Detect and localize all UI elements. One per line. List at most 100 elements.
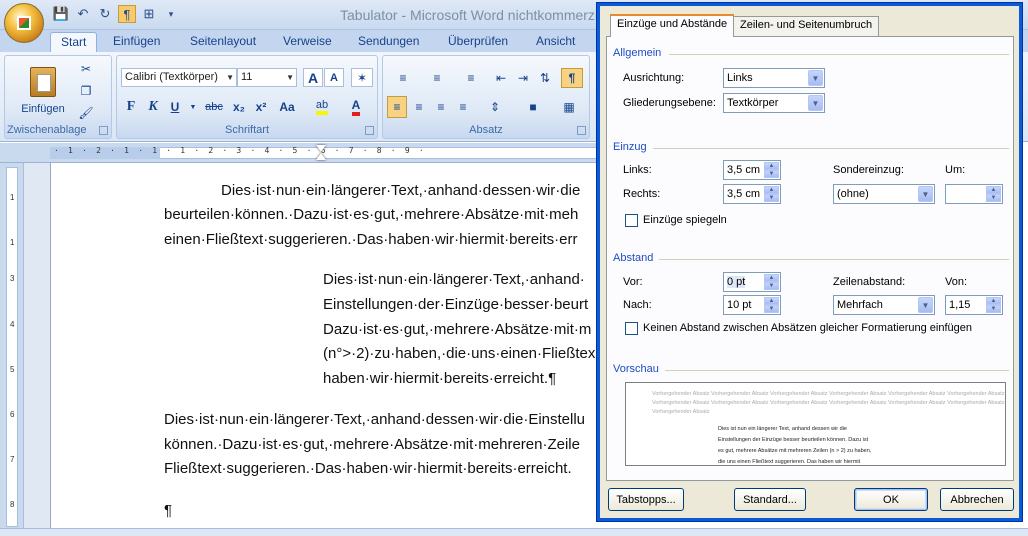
bold-button[interactable]: F xyxy=(121,96,141,118)
superscript-button[interactable]: x² xyxy=(251,96,271,118)
spin-up-icon[interactable]: ▲ xyxy=(764,162,779,170)
spin-down-icon[interactable]: ▼ xyxy=(764,282,779,290)
no-space-between-checkbox[interactable] xyxy=(625,322,638,335)
decrease-indent-icon[interactable]: ⇤ xyxy=(491,68,511,88)
justify-icon[interactable]: ≡ xyxy=(453,96,473,118)
shading-icon[interactable]: ■ xyxy=(517,96,549,118)
font-size-combo[interactable]: 11 ▼ xyxy=(237,68,297,87)
redo-icon[interactable]: ↻ xyxy=(96,5,114,23)
line-spacing-at-label: Von: xyxy=(945,276,968,288)
change-case-button[interactable]: Aa xyxy=(273,96,301,118)
spin-down-icon[interactable]: ▼ xyxy=(764,305,779,313)
paragraph-2-line-1: Dies·ist·nun·ein·längerer·Text,·anhand· xyxy=(323,271,585,288)
spin-up-icon[interactable]: ▲ xyxy=(764,186,779,194)
paragraph-group-label: Absatz xyxy=(469,124,503,136)
indent-right-label: Rechts: xyxy=(623,188,661,200)
clipboard-launcher-icon[interactable] xyxy=(99,126,108,135)
indent-left-spinner[interactable]: 3,5 cm ▲ ▼ xyxy=(723,160,781,180)
numbering-icon[interactable]: ≡ xyxy=(421,68,453,88)
spin-down-icon[interactable]: ▼ xyxy=(764,170,779,178)
spacing-after-spinner[interactable]: 10 pt ▲ ▼ xyxy=(723,295,781,315)
tab-indents-spacing[interactable]: Einzüge und Abstände xyxy=(610,14,735,37)
italic-button[interactable]: K xyxy=(143,96,163,118)
font-launcher-icon[interactable] xyxy=(365,126,374,135)
subscript-button[interactable]: x₂ xyxy=(229,96,249,118)
special-indent-value: (ohne) xyxy=(837,188,869,200)
sort-icon[interactable]: ⇅ xyxy=(535,68,555,88)
indent-by-spinner[interactable]: ▲ ▼ xyxy=(945,184,1003,204)
tab-line-page-breaks[interactable]: Zeilen- und Seitenumbruch xyxy=(733,16,880,36)
multilevel-list-icon[interactable]: ≡ xyxy=(455,68,487,88)
vertical-ruler[interactable]: 1 1 3 4 5 6 7 8 xyxy=(0,163,24,528)
spin-up-icon[interactable]: ▲ xyxy=(986,186,1001,194)
indent-marker-icon[interactable] xyxy=(316,145,326,152)
tab-start[interactable]: Start xyxy=(50,32,98,52)
chevron-down-icon: ▼ xyxy=(808,70,823,86)
show-paragraph-marks-icon[interactable]: ¶ xyxy=(561,68,583,88)
tab-review[interactable]: Überprüfen xyxy=(448,32,508,52)
underline-dropdown-icon[interactable]: ▼ xyxy=(187,96,199,118)
spin-down-icon[interactable]: ▼ xyxy=(764,194,779,202)
format-painter-icon[interactable]: 🖌 xyxy=(77,104,95,122)
indent-right-spinner[interactable]: 3,5 cm ▲ ▼ xyxy=(723,184,781,204)
spacing-before-value: 0 pt xyxy=(727,276,746,288)
save-icon[interactable]: 💾 xyxy=(52,5,70,23)
paragraph-1-line-3: einen·Fließtext·suggerieren.·Das·haben·w… xyxy=(164,231,578,248)
align-left-icon[interactable]: ≡ xyxy=(387,96,407,118)
tab-mailings[interactable]: Sendungen xyxy=(358,32,419,52)
tab-view[interactable]: Ansicht xyxy=(536,32,575,52)
spin-up-icon[interactable]: ▲ xyxy=(986,297,1001,305)
spin-down-icon[interactable]: ▼ xyxy=(986,194,1001,202)
align-right-icon[interactable]: ≡ xyxy=(431,96,451,118)
tab-references[interactable]: Verweise xyxy=(283,32,332,52)
paste-label: Einfügen xyxy=(21,103,65,115)
set-default-button[interactable]: Standard... xyxy=(734,488,806,511)
spin-down-icon[interactable]: ▼ xyxy=(986,305,1001,313)
horizontal-scrollbar[interactable] xyxy=(0,528,1028,536)
vruler-mark: 1 xyxy=(10,193,15,202)
show-formatting-icon[interactable]: ¶ xyxy=(118,5,136,23)
spacing-before-label: Vor: xyxy=(623,276,643,288)
bullets-icon[interactable]: ≡ xyxy=(387,68,419,88)
spin-up-icon[interactable]: ▲ xyxy=(764,274,779,282)
tab-page-layout[interactable]: Seitenlayout xyxy=(190,32,256,52)
clear-format-icon[interactable]: ✶ xyxy=(351,68,373,87)
underline-button[interactable]: U xyxy=(165,96,185,118)
mirror-indents-checkbox[interactable] xyxy=(625,214,638,227)
font-name-combo[interactable]: Calibri (Textkörper) ▼ xyxy=(121,68,237,87)
table-icon[interactable]: ⊞ xyxy=(140,5,158,23)
outline-level-label-text: Gliederungsebene: xyxy=(623,97,716,109)
strikethrough-button[interactable]: abc xyxy=(201,96,227,118)
borders-icon[interactable]: ▦ xyxy=(553,96,585,118)
shrink-font-button[interactable]: A xyxy=(324,68,344,87)
alignment-select[interactable]: Links ▼ xyxy=(723,68,825,88)
cancel-button[interactable]: Abbrechen xyxy=(940,488,1014,511)
spacing-before-spinner[interactable]: 0 pt ▲ ▼ xyxy=(723,272,781,292)
cut-icon[interactable]: ✂ xyxy=(77,60,95,78)
special-indent-select[interactable]: (ohne) ▼ xyxy=(833,184,935,204)
line-spacing-select[interactable]: Mehrfach ▼ xyxy=(833,295,935,315)
office-button[interactable] xyxy=(4,3,44,43)
indent-left-value: 3,5 cm xyxy=(727,164,761,176)
tab-insert[interactable]: Einfügen xyxy=(113,32,160,52)
customize-qat-icon[interactable]: ▾ xyxy=(162,5,180,23)
increase-indent-icon[interactable]: ⇥ xyxy=(513,68,533,88)
ok-button[interactable]: OK xyxy=(854,488,928,511)
copy-icon[interactable]: ❐ xyxy=(77,82,95,100)
line-spacing-icon[interactable]: ⇕ xyxy=(479,96,511,118)
line-spacing-at-spinner[interactable]: 1,15 ▲ ▼ xyxy=(945,295,1003,315)
hanging-indent-icon[interactable] xyxy=(316,153,326,160)
document-page[interactable]: Dies·ist·nun·ein·längerer·Text,·anhand·d… xyxy=(50,163,610,528)
paste-button[interactable]: Einfügen xyxy=(19,60,67,122)
font-color-icon[interactable]: A xyxy=(341,96,371,118)
font-group: Calibri (Textkörper) ▼ 11 ▼ A A ✶ F K U ▼ … xyxy=(116,55,378,139)
undo-icon[interactable]: ↶ xyxy=(74,5,92,23)
horizontal-ruler[interactable]: · 1 · 2 · 1 · 1 · 1 · 2 · 3 · 4 · 5 · 6 … xyxy=(0,143,610,163)
paragraph-launcher-icon[interactable] xyxy=(577,126,586,135)
spin-up-icon[interactable]: ▲ xyxy=(764,297,779,305)
highlight-color-icon[interactable]: ab xyxy=(307,96,337,118)
outline-level-select[interactable]: Textkörper ▼ xyxy=(723,93,825,113)
tabstops-button[interactable]: Tabstopps... xyxy=(608,488,684,511)
grow-font-button[interactable]: A xyxy=(303,68,323,87)
align-center-icon[interactable]: ≡ xyxy=(409,96,429,118)
